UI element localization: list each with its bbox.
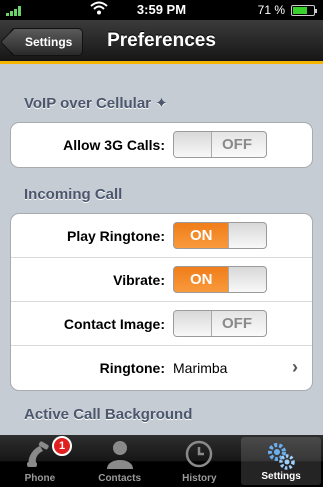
tab-history[interactable]: History bbox=[160, 435, 240, 487]
row-label: Ringtone: bbox=[99, 360, 165, 376]
tab-contacts[interactable]: Contacts bbox=[80, 435, 160, 487]
allow-3g-calls-toggle[interactable]: OFF bbox=[173, 131, 267, 158]
toggle-state: ON bbox=[190, 227, 213, 244]
row-label: Allow 3G Calls: bbox=[63, 137, 165, 153]
row-label: Contact Image: bbox=[63, 316, 165, 332]
play-ringtone-toggle[interactable]: ON bbox=[173, 222, 267, 249]
toggle-knob bbox=[174, 132, 212, 157]
row-label: Vibrate: bbox=[113, 272, 165, 288]
toggle-knob bbox=[174, 311, 212, 336]
toggle-knob bbox=[228, 223, 266, 248]
ringtone-value: Marimba bbox=[173, 360, 228, 376]
status-bar: 3:59 PM 71 % bbox=[0, 0, 323, 20]
contact-image-toggle[interactable]: OFF bbox=[173, 310, 267, 337]
section-header-incoming-call: Incoming Call bbox=[24, 186, 123, 203]
tab-label: Contacts bbox=[98, 473, 142, 484]
tab-label: Phone bbox=[24, 473, 56, 484]
battery-percent: 71 % bbox=[257, 3, 285, 17]
toggle-state: OFF bbox=[222, 136, 252, 153]
row-ringtone[interactable]: Ringtone: Marimba › bbox=[11, 346, 312, 390]
row-play-ringtone: Play Ringtone: ON bbox=[11, 214, 312, 258]
missed-calls-badge: 1 bbox=[52, 436, 72, 456]
tab-phone[interactable]: 1 Phone bbox=[0, 435, 80, 487]
chevron-right-icon: › bbox=[292, 357, 298, 377]
row-allow-3g-calls: Allow 3G Calls: OFF bbox=[11, 123, 312, 167]
row-label: Play Ringtone: bbox=[66, 228, 165, 244]
vibrate-toggle[interactable]: ON bbox=[173, 266, 267, 293]
back-button-label: Settings bbox=[25, 35, 73, 49]
section-header-active-call-background: Active Call Background bbox=[24, 406, 193, 423]
clock-icon bbox=[186, 440, 213, 468]
navigation-bar: Settings Preferences bbox=[0, 20, 323, 64]
contacts-icon bbox=[106, 441, 133, 469]
tab-bar: 1 Phone Contacts History Settings bbox=[0, 435, 323, 487]
tab-label: History bbox=[182, 473, 217, 484]
toggle-knob bbox=[228, 267, 266, 292]
gears-icon bbox=[268, 443, 295, 470]
row-vibrate: Vibrate: ON bbox=[11, 258, 312, 302]
row-contact-image: Contact Image: OFF bbox=[11, 302, 312, 346]
group-voip: Allow 3G Calls: OFF bbox=[10, 122, 313, 168]
toggle-state: OFF bbox=[222, 315, 252, 332]
preferences-list[interactable]: VoIP over Cellular ✦ Allow 3G Calls: OFF… bbox=[0, 67, 323, 435]
tab-settings[interactable]: Settings bbox=[241, 437, 321, 485]
group-incoming-call: Play Ringtone: ON Vibrate: ON Contact Im… bbox=[10, 213, 313, 391]
battery-icon bbox=[291, 5, 317, 16]
phone-icon bbox=[26, 441, 49, 467]
toggle-state: ON bbox=[190, 271, 213, 288]
section-header-voip: VoIP over Cellular ✦ bbox=[24, 95, 168, 112]
tab-label: Settings bbox=[261, 471, 301, 482]
